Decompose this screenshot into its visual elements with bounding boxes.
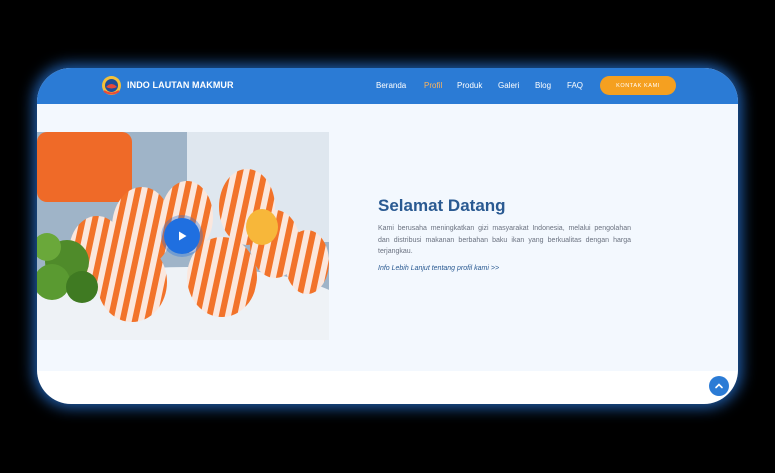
- profile-more-link[interactable]: Info Lebih Lanjut tentang profil kami >>: [378, 265, 499, 272]
- chevron-up-icon: [715, 383, 723, 389]
- welcome-title: Selamat Datang: [378, 196, 506, 215]
- nav-item-beranda[interactable]: Beranda: [376, 81, 406, 90]
- top-navbar: INDO LAUTAN MAKMUR Beranda Profil Produk…: [37, 68, 738, 104]
- nav-item-faq[interactable]: FAQ: [567, 81, 583, 90]
- play-button[interactable]: [164, 218, 200, 254]
- nav-item-produk[interactable]: Produk: [457, 81, 482, 90]
- welcome-description: Kami berusaha meningkatkan gizi masyarak…: [378, 225, 631, 255]
- welcome-section: Selamat Datang Kami berusaha meningkatka…: [37, 104, 738, 371]
- play-icon: [179, 231, 187, 241]
- brand-name[interactable]: INDO LAUTAN MAKMUR: [127, 80, 234, 90]
- profile-video-thumbnail[interactable]: [37, 132, 329, 340]
- page-frame: INDO LAUTAN MAKMUR Beranda Profil Produk…: [37, 68, 738, 404]
- nav-item-profil[interactable]: Profil: [424, 81, 442, 90]
- scroll-to-top-button[interactable]: [709, 376, 729, 396]
- nav-item-galeri[interactable]: Galeri: [498, 81, 519, 90]
- contact-button[interactable]: KONTAK KAMI: [600, 76, 676, 95]
- brand-logo-icon[interactable]: [101, 75, 122, 96]
- nav-item-blog[interactable]: Blog: [535, 81, 551, 90]
